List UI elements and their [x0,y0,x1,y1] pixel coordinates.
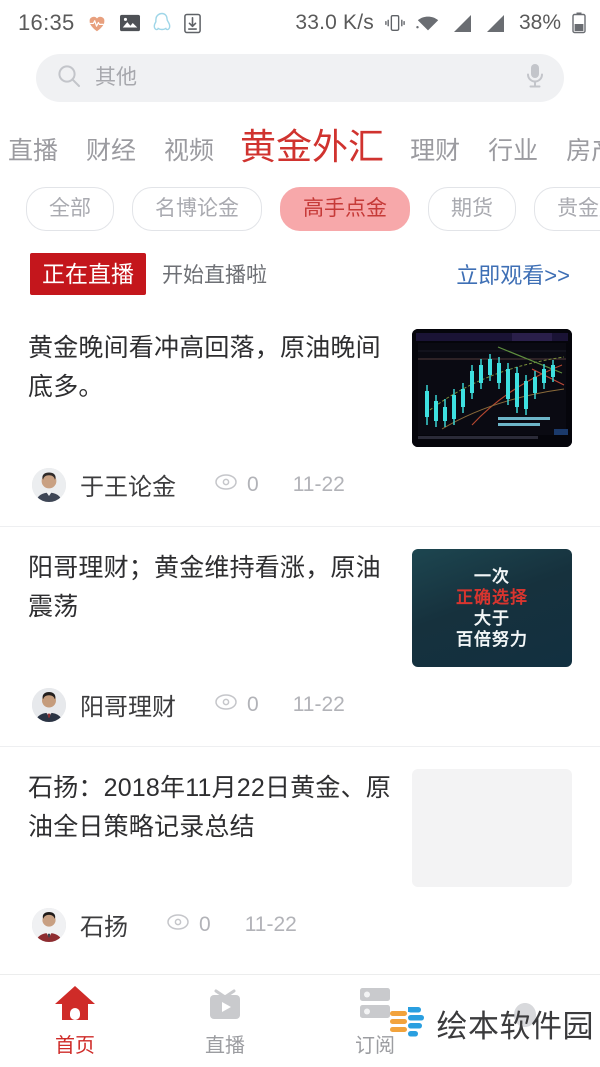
poster-line: 正确选择 [456,587,528,607]
tab-shipin[interactable]: 视频 [150,137,228,166]
article-top: 黄金晚间看冲高回落，原油晚间底多。 [28,329,572,448]
view-count: 0 [247,472,259,496]
filter-chip-quanbu[interactable]: 全部 [26,187,114,231]
watch-now-link[interactable]: 立即观看>> [456,258,570,290]
bottom-nav-bar: 首页 直播 订阅 [0,974,600,1067]
live-banner-text: 开始直播啦 [162,264,267,288]
article-date: 11-22 [244,912,297,936]
microphone-icon[interactable] [524,61,546,96]
tab-zhibo[interactable]: 直播 [0,137,72,166]
battery-icon [572,12,586,34]
candlestick-chart-image [412,329,572,448]
eye-icon [166,913,190,936]
eye-icon [214,693,238,716]
profile-icon [504,999,546,1037]
search-icon [56,63,82,94]
tv-play-icon [204,984,246,1022]
status-time: 16:35 [18,10,75,35]
article-thumbnail[interactable]: 一次 正确选择 大于 百倍努力 [412,549,572,668]
live-status-badge: 正在直播 [30,252,146,296]
top-nav-tabs[interactable]: 直播 财经 视频 黄金外汇 理财 行业 房产 [0,112,600,177]
bottom-nav-item-profile[interactable] [450,975,600,1067]
filter-chip-gaoshoudianjin[interactable]: 高手点金 [280,187,410,231]
article-meta: 石扬 0 11-22 [28,887,572,966]
placeholder-image [412,769,572,888]
article-author[interactable]: 于王论金 [80,467,176,502]
article-thumbnail[interactable] [412,769,572,888]
tab-caijing[interactable]: 财经 [72,137,150,166]
article-thumbnail[interactable] [412,329,572,448]
view-count-group: 0 [166,913,211,937]
search-input[interactable] [95,66,524,90]
article-title[interactable]: 黄金晚间看冲高回落，原油晚间底多。 [28,329,394,407]
battery-percent: 38% [518,11,561,34]
article-title[interactable]: 石扬：2018年11月22日黄金、原油全日策略记录总结 [28,769,394,847]
tab-fangchan[interactable]: 房产 [552,137,600,166]
live-banner[interactable]: 正在直播 开始直播啦 立即观看>> [0,245,600,308]
article-meta: 于王论金 0 11-22 [28,447,572,526]
avatar[interactable] [32,907,66,942]
download-icon [183,13,202,34]
search-bar[interactable] [36,54,564,102]
vibrate-icon [385,13,405,33]
subscription-list-icon [354,984,396,1022]
bottom-nav-item-live[interactable]: 直播 [150,975,300,1067]
poster-line: 大于 [474,608,510,628]
signal-icon [451,14,473,33]
avatar[interactable] [32,687,66,722]
view-count-group: 0 [214,473,259,497]
filter-chip-mingbolunjin[interactable]: 名博论金 [132,187,262,231]
eye-icon [214,473,238,496]
filter-chip-row[interactable]: 全部 名博论金 高手点金 期货 贵金属 [0,177,600,244]
bottom-nav-label: 首页 [55,1035,95,1057]
wifi-icon [416,14,440,33]
status-bar-left: 16:35 [18,10,202,36]
view-count: 0 [199,912,211,936]
home-icon [53,984,97,1022]
poster-line: 百倍努力 [456,629,528,649]
filter-chip-guijinshu[interactable]: 贵金属 [534,187,600,231]
qq-penguin-icon [152,12,172,34]
article-list-item[interactable]: 石扬：2018年11月22日黄金、原油全日策略记录总结 石扬 0 11-22 [0,746,600,966]
bottom-nav-label: 直播 [205,1035,245,1057]
article-author[interactable]: 阳哥理财 [80,687,176,722]
status-bar-right: 33.0 K/s 38% [295,11,586,35]
article-top: 阳哥理财；黄金维持看涨，原油震荡 一次 正确选择 大于 百倍努力 [28,549,572,668]
heart-rate-icon [86,12,108,34]
text-poster-image: 一次 正确选择 大于 百倍努力 [412,549,572,668]
view-count-group: 0 [214,693,259,717]
tab-huangjinwaihui[interactable]: 黄金外汇 [228,126,396,167]
article-meta: 阳哥理财 0 11-22 [28,667,572,746]
article-top: 石扬：2018年11月22日黄金、原油全日策略记录总结 [28,769,572,888]
bottom-nav-item-home[interactable]: 首页 [0,975,150,1067]
network-speed: 33.0 K/s [295,11,374,34]
status-bar: 16:35 33.0 K/s 38% [0,0,600,46]
tab-licai[interactable]: 理财 [396,137,474,166]
article-list-item[interactable]: 阳哥理财；黄金维持看涨，原油震荡 一次 正确选择 大于 百倍努力 阳哥理财 0 … [0,526,600,746]
filter-chip-qihuo[interactable]: 期货 [428,187,516,231]
article-list-item[interactable]: 黄金晚间看冲高回落，原油晚间底多。 于王论金 0 11-22 [0,307,600,526]
gallery-icon [119,13,141,33]
view-count: 0 [247,692,259,716]
poster-line: 一次 [474,566,510,586]
tab-hangye[interactable]: 行业 [474,137,552,166]
search-bar-container [0,46,600,112]
bottom-nav-item-subscribe[interactable]: 订阅 [300,975,450,1067]
article-author[interactable]: 石扬 [80,907,128,942]
article-list: 黄金晚间看冲高回落，原油晚间底多。 于王论金 0 11-22 阳哥理财；黄金维持… [0,307,600,966]
article-date: 11-22 [292,472,345,496]
article-date: 11-22 [292,692,345,716]
bottom-nav-label: 订阅 [355,1035,395,1057]
article-title[interactable]: 阳哥理财；黄金维持看涨，原油震荡 [28,549,394,627]
signal-icon [484,14,506,33]
avatar[interactable] [32,467,66,502]
